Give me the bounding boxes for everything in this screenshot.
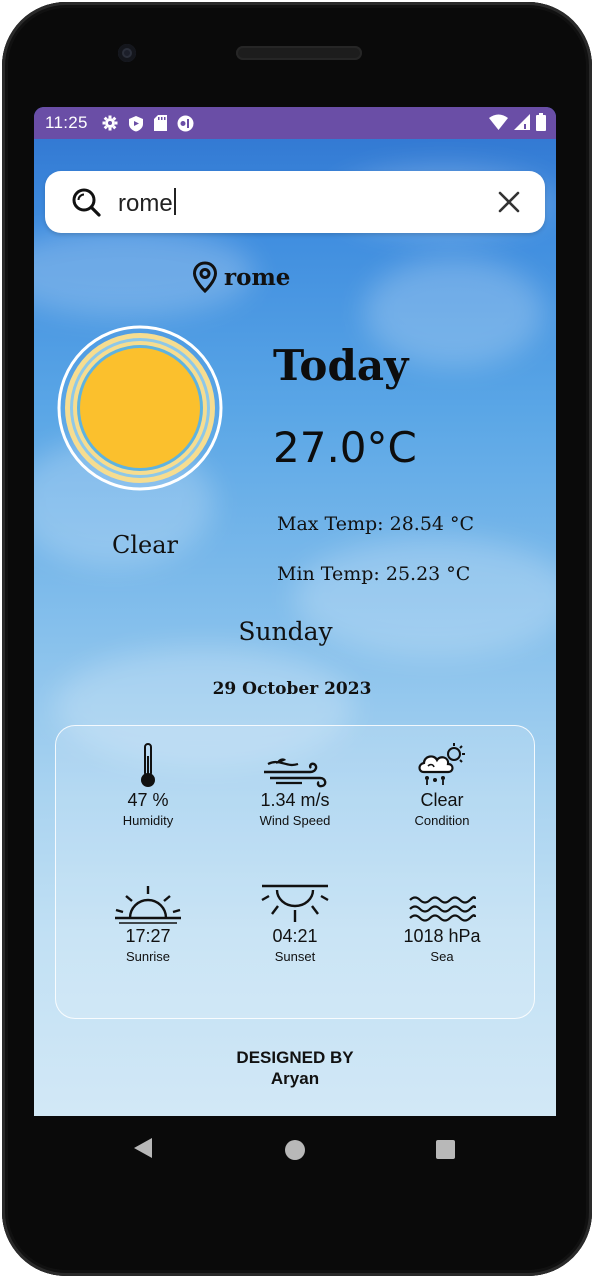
humidity-label: Humidity [122, 813, 174, 828]
detail-sea-level: 1018 hPa Sea [367, 876, 517, 964]
search-input[interactable]: rome [118, 188, 176, 218]
min-temperature: Min Temp: 25.23 °C [277, 563, 471, 585]
detail-condition: Clear Condition [367, 740, 517, 828]
sd-card-icon [153, 115, 167, 131]
home-icon[interactable] [285, 1140, 305, 1160]
location-header: rome [192, 261, 290, 293]
designed-by-credit: DESIGNED BY Aryan [34, 1047, 556, 1089]
detail-wind-speed: 1.34 m/s Wind Speed [220, 740, 370, 828]
text-caret [173, 188, 176, 215]
sunset-value: 04:21 [272, 926, 318, 946]
detail-humidity: 47 % Humidity [73, 740, 223, 828]
sunrise-label: Sunrise [125, 949, 171, 964]
detail-sunrise: 17:27 Sunrise [73, 876, 223, 964]
sunrise-value: 17:27 [125, 926, 171, 946]
cloud-sun-rain-icon [418, 743, 465, 785]
app-screen: 11:25 rome rome Today 27.0°C Max Temp: 2… [34, 107, 556, 1116]
wifi-icon [489, 114, 508, 130]
sunrise-icon [115, 886, 181, 924]
back-icon[interactable] [134, 1138, 152, 1158]
sun-core [80, 348, 200, 468]
sunset-label: Sunset [274, 949, 316, 964]
condition-value: Clear [420, 790, 464, 810]
close-icon[interactable] [497, 190, 521, 214]
designer-name: Aryan [270, 1069, 320, 1088]
map-pin-icon [192, 261, 218, 293]
waves-icon [409, 896, 476, 922]
current-temperature: 27.0°C [273, 423, 417, 472]
weather-details-card: 47 % Humidity 1.34 m/s Wind Speed Clear … [55, 725, 535, 1019]
date-text: 29 October 2023 [212, 679, 372, 699]
condition-label: Condition [414, 813, 470, 828]
status-bar: 11:25 [34, 107, 556, 139]
sea-level-value: 1018 hPa [403, 926, 481, 946]
search-icon[interactable] [71, 187, 101, 217]
detail-sunset: 04:21 Sunset [220, 876, 370, 964]
gear-icon [102, 115, 118, 131]
day-name: Sunday [238, 617, 333, 646]
designed-by-label: DESIGNED BY [236, 1048, 354, 1067]
earpiece-speaker [236, 46, 362, 60]
thermometer-icon [141, 743, 155, 787]
max-temperature: Max Temp: 28.54 °C [277, 513, 475, 535]
shield-icon [128, 115, 143, 131]
today-heading: Today [273, 341, 409, 390]
weather-condition: Clear [112, 531, 179, 559]
search-input-value: rome [118, 190, 173, 217]
front-camera [118, 44, 136, 62]
battery-icon [536, 113, 546, 131]
signal-icon [514, 114, 530, 130]
wind-speed-label: Wind Speed [259, 813, 331, 828]
sea-level-label: Sea [430, 949, 454, 964]
sun-icon [57, 325, 223, 491]
system-navigation-bar [34, 1116, 556, 1186]
app-icon [177, 115, 194, 131]
status-time: 11:25 [45, 113, 88, 132]
sunset-icon [261, 884, 329, 922]
wind-speed-value: 1.34 m/s [260, 790, 330, 810]
wind-icon [264, 758, 327, 788]
search-bar[interactable]: rome [45, 171, 545, 233]
location-city: rome [224, 263, 291, 291]
recents-icon[interactable] [436, 1140, 455, 1159]
humidity-value: 47 % [127, 790, 169, 810]
